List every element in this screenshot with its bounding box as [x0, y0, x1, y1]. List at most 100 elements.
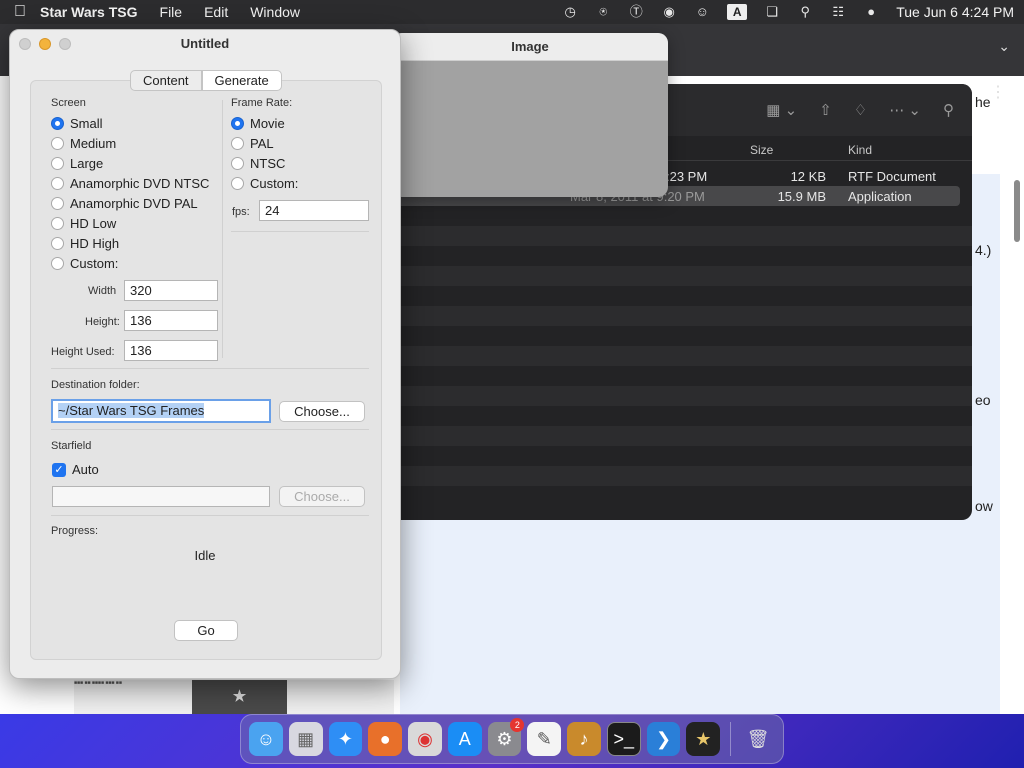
radio-screen-large[interactable]: Large — [51, 156, 103, 171]
instruments-icon[interactable]: ♪ — [567, 722, 601, 756]
height-used-label: Height Used: — [51, 346, 115, 358]
menu-bar:  Star Wars TSG File Edit Window ◷ ⍟ Ⓣ ◉… — [0, 0, 1024, 24]
hearing-icon[interactable]: ⍟ — [595, 4, 611, 20]
image-window: Image — [392, 33, 668, 197]
divider — [51, 429, 369, 430]
tab-generate[interactable]: Generate — [201, 70, 282, 91]
share-icon[interactable]: ⇧ — [819, 101, 832, 119]
page-text-fragment: 4.) — [975, 242, 992, 258]
auto-checkbox[interactable]: ✓ Auto — [52, 462, 99, 477]
column-divider — [222, 100, 223, 358]
star-wars-tsg-icon[interactable]: ★ — [686, 722, 721, 756]
tab-content[interactable]: Content — [130, 70, 202, 91]
empty-row — [390, 466, 972, 486]
empty-row — [390, 386, 972, 406]
menu-file[interactable]: File — [160, 4, 183, 20]
radio-screen-anamorphic-pal[interactable]: Anamorphic DVD PAL — [51, 196, 198, 211]
starfield-path-field[interactable] — [52, 486, 270, 507]
user-icon[interactable]: ☺ — [694, 4, 710, 20]
action-menu-icon[interactable]: ⋯ ⌄ — [889, 101, 921, 119]
radio-dot — [51, 137, 64, 150]
empty-row — [390, 406, 972, 426]
input-source-icon[interactable]: A — [727, 4, 748, 20]
tsg-window: Untitled Content Generate Screen Small M… — [9, 29, 401, 679]
empty-row — [390, 326, 972, 346]
chevron-down-icon[interactable]: ⌄ — [998, 38, 1010, 55]
column-kind[interactable]: Kind — [848, 143, 872, 157]
menu-app-name[interactable]: Star Wars TSG — [40, 4, 138, 20]
clock[interactable]: Tue Jun 6 4:24 PM — [896, 4, 1014, 20]
apple-menu-icon[interactable]:  — [0, 3, 40, 21]
app-store-icon[interactable]: A — [447, 722, 482, 756]
radio-screen-anamorphic-ntsc[interactable]: Anamorphic DVD NTSC — [51, 176, 209, 191]
destination-label: Destination folder: — [51, 379, 140, 391]
divider — [51, 515, 369, 516]
textedit-icon[interactable]: ✎ — [527, 722, 562, 756]
trash-icon[interactable]: 🗑 — [741, 722, 775, 756]
vscode-icon[interactable]: ❯ — [646, 722, 681, 756]
view-options-icon[interactable]: ▦ ⌄ — [766, 101, 797, 119]
height-label: Height: — [85, 316, 120, 328]
tag-icon[interactable]: ♢ — [854, 101, 867, 119]
radio-fps-movie[interactable]: Movie — [231, 116, 285, 131]
menu-edit[interactable]: Edit — [204, 4, 228, 20]
poster-image: ■■■ ■■ ■■■■ ■■■ ■■ ★ — [74, 680, 394, 714]
page-text-fragment: he — [975, 94, 991, 110]
accessibility-icon[interactable]: Ⓣ — [628, 4, 644, 20]
height-field[interactable]: 136 — [124, 310, 218, 331]
spotlight-search-icon[interactable]: ⚲ — [797, 4, 813, 20]
radio-screen-medium[interactable]: Medium — [51, 136, 116, 151]
airdrop-icon[interactable]: ◉ — [661, 4, 677, 20]
minimize-button[interactable] — [39, 38, 51, 50]
chrome-icon[interactable]: ◉ — [408, 722, 442, 756]
search-icon[interactable]: ⚲ — [943, 101, 954, 119]
empty-row — [390, 446, 972, 466]
finder-icon[interactable]: ☺ — [249, 722, 283, 756]
radio-screen-hd-high[interactable]: HD High — [51, 236, 119, 251]
zoom-button[interactable] — [59, 38, 71, 50]
image-window-title: Image — [392, 33, 668, 61]
safari-icon[interactable]: ✦ — [328, 722, 363, 756]
more-options-icon[interactable]: ⋮ — [990, 82, 1006, 102]
menu-window[interactable]: Window — [250, 4, 300, 20]
radio-dot — [51, 237, 64, 250]
control-center-icon[interactable]: ☷ — [830, 4, 846, 20]
radio-dot — [51, 117, 64, 130]
radio-fps-ntsc[interactable]: NTSC — [231, 156, 285, 171]
radio-screen-hd-low[interactable]: HD Low — [51, 216, 116, 231]
screen-label: Screen — [51, 97, 86, 109]
close-button[interactable] — [19, 38, 31, 50]
empty-row — [390, 206, 972, 226]
tab-bar: Content Generate — [130, 70, 282, 91]
firefox-icon[interactable]: ● — [368, 722, 403, 756]
radio-dot — [51, 257, 64, 270]
page-text-fragment: eo — [975, 392, 991, 408]
radio-screen-custom[interactable]: Custom: — [51, 256, 118, 271]
divider — [231, 231, 369, 232]
radio-fps-pal[interactable]: PAL — [231, 136, 274, 151]
window-title: Untitled — [180, 36, 230, 51]
system-settings-icon[interactable]: ⚙ 2 — [487, 718, 525, 756]
empty-row — [390, 346, 972, 366]
fps-field[interactable]: 24 — [259, 200, 369, 221]
choose-starfield-button[interactable]: Choose... — [279, 486, 365, 507]
choose-destination-button[interactable]: Choose... — [279, 401, 365, 422]
empty-row — [390, 286, 972, 306]
destination-field[interactable]: ~/Star Wars TSG Frames — [51, 399, 271, 423]
height-used-field[interactable]: 136 — [124, 340, 218, 361]
launchpad-icon[interactable]: ▦ — [288, 722, 323, 756]
frame-rate-label: Frame Rate: — [231, 97, 293, 109]
width-field[interactable]: 320 — [124, 280, 218, 301]
browser-scrollbar[interactable] — [1014, 180, 1020, 242]
siri-icon[interactable]: ● — [863, 4, 879, 20]
radio-screen-small[interactable]: Small — [51, 116, 103, 131]
empty-row — [390, 246, 972, 266]
terminal-icon[interactable]: >_ — [606, 722, 641, 756]
empty-row — [390, 426, 972, 446]
screen-mirroring-icon[interactable]: ❏ — [764, 4, 780, 20]
radio-fps-custom[interactable]: Custom: — [231, 176, 298, 191]
column-size[interactable]: Size — [750, 143, 773, 157]
time-machine-icon[interactable]: ◷ — [562, 4, 578, 20]
dock: ☺ ▦ ✦ ● ◉ A ⚙ 2 ✎ ♪ >_ ❯ ★ 🗑 — [240, 714, 784, 764]
go-button[interactable]: Go — [174, 620, 238, 641]
